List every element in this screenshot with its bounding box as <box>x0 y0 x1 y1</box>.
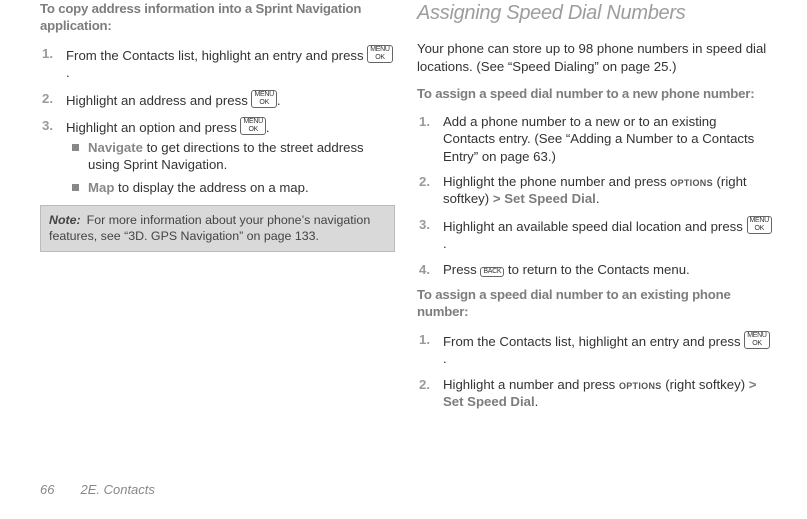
menu-command: Set Speed Dial <box>501 191 596 206</box>
right-a-step-2: Highlight the phone number and press OPT… <box>435 173 772 208</box>
step-text: Highlight a number and press <box>443 377 619 392</box>
left-column: To copy address information into a Sprin… <box>40 0 395 464</box>
step-text: to return to the Contacts menu. <box>504 262 689 277</box>
step-text-post: . <box>66 65 70 80</box>
bullet-keyword: Map <box>88 180 114 195</box>
menu-ok-key-icon: MENUOK <box>240 117 265 135</box>
step-text: . <box>596 191 600 206</box>
manual-page: To copy address information into a Sprin… <box>0 0 807 519</box>
bullet-navigate: Navigate to get directions to the street… <box>88 139 395 174</box>
left-step-3: Highlight an option and press MENUOK. Na… <box>58 117 395 197</box>
step-text: (right softkey) <box>662 377 749 392</box>
step-text: . <box>535 394 539 409</box>
instruction-heading: To copy address information into a Sprin… <box>40 0 395 35</box>
right-steps-b: From the Contacts list, highlight an ent… <box>417 331 772 411</box>
bullet-text: to display the address on a map. <box>114 180 308 195</box>
section-title: Assigning Speed Dial Numbers <box>417 0 772 26</box>
step-text-post: . <box>266 120 270 135</box>
right-a-step-1: Add a phone number to a new or to an exi… <box>435 113 772 165</box>
menu-ok-key-icon: MENUOK <box>747 216 772 234</box>
breadcrumb-sep: > <box>749 377 757 392</box>
right-steps-a: Add a phone number to a new or to an exi… <box>417 113 772 278</box>
note-label: Note: <box>49 213 81 227</box>
two-column-layout: To copy address information into a Sprin… <box>40 0 772 464</box>
left-step-1: From the Contacts list, highlight an ent… <box>58 45 395 82</box>
step-text: Highlight an address and press <box>66 93 251 108</box>
right-b-step-2: Highlight a number and press OPTIONS (ri… <box>435 376 772 411</box>
step-text: Highlight an option and press <box>66 120 240 135</box>
options-softkey-label: OPTIONS <box>670 174 713 189</box>
left-steps-list: From the Contacts list, highlight an ent… <box>40 45 395 197</box>
step-text: From the Contacts list, highlight an ent… <box>66 48 367 63</box>
instruction-heading-b: To assign a speed dial number to an exis… <box>417 286 772 321</box>
menu-ok-key-icon: MENUOK <box>744 331 769 349</box>
step-text: From the Contacts list, highlight an ent… <box>443 334 744 349</box>
chapter-label: 2E. Contacts <box>80 482 154 497</box>
right-a-step-4: Press BACK to return to the Contacts men… <box>435 261 772 278</box>
options-softkey-label: OPTIONS <box>619 377 662 392</box>
menu-ok-key-icon: MENUOK <box>251 90 276 108</box>
bullet-keyword: Navigate <box>88 140 143 155</box>
right-b-step-1: From the Contacts list, highlight an ent… <box>435 331 772 368</box>
step-text: Highlight the phone number and press <box>443 174 670 189</box>
breadcrumb-sep: > <box>493 191 501 206</box>
right-a-step-3: Highlight an available speed dial locati… <box>435 216 772 253</box>
back-key-icon: BACK <box>480 267 504 277</box>
note-callout: Note:For more information about your pho… <box>40 205 395 252</box>
step-text: . <box>443 351 447 366</box>
step-text: Highlight an available speed dial locati… <box>443 219 747 234</box>
page-footer: 66 2E. Contacts <box>40 464 772 519</box>
intro-paragraph: Your phone can store up to 98 phone numb… <box>417 40 772 75</box>
left-step-2: Highlight an address and press MENUOK. <box>58 90 395 109</box>
step-text: . <box>443 236 447 251</box>
page-number: 66 <box>40 482 54 497</box>
bullet-map: Map to display the address on a map. <box>88 179 395 196</box>
menu-ok-key-icon: MENUOK <box>367 45 392 63</box>
instruction-heading-a: To assign a speed dial number to a new p… <box>417 85 772 102</box>
step-text-post: . <box>277 93 281 108</box>
right-column: Assigning Speed Dial Numbers Your phone … <box>417 0 772 464</box>
step-text: Add a phone number to a new or to an exi… <box>443 114 754 164</box>
step-text: Press <box>443 262 480 277</box>
left-bullet-list: Navigate to get directions to the street… <box>66 139 395 197</box>
note-text: For more information about your phone’s … <box>49 213 370 243</box>
menu-command: Set Speed Dial <box>443 394 535 409</box>
